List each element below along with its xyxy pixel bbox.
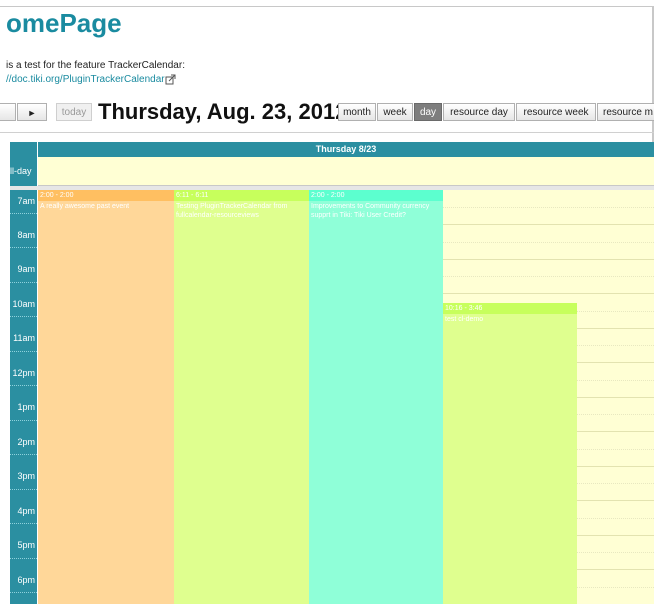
half-hour-mark bbox=[10, 558, 37, 559]
half-hour-mark bbox=[10, 351, 37, 352]
hour-label: 3pm bbox=[17, 471, 35, 481]
hour-label: 11am bbox=[13, 333, 35, 343]
view-month-button[interactable]: month bbox=[338, 103, 376, 121]
half-hour-mark bbox=[10, 385, 37, 386]
prev-button[interactable] bbox=[0, 103, 16, 121]
next-button[interactable]: ► bbox=[17, 103, 47, 121]
calendar-title: Thursday, Aug. 23, 2012 bbox=[98, 99, 348, 124]
half-hour-mark bbox=[10, 489, 37, 490]
hour-label: 7am bbox=[17, 196, 35, 206]
day-grid[interactable]: 2:00 - 2:00 A really awesome past event … bbox=[38, 190, 654, 604]
view-day-button[interactable]: day bbox=[414, 103, 442, 121]
hour-label: 6pm bbox=[17, 575, 35, 585]
event-title: A really awesome past event bbox=[40, 203, 130, 210]
hour-label: 12pm bbox=[12, 368, 35, 378]
view-resource-week-button[interactable]: resource week bbox=[516, 103, 596, 121]
hour-label: 5pm bbox=[17, 540, 35, 550]
page-title: omePage bbox=[6, 8, 122, 38]
today-button[interactable]: today bbox=[56, 103, 92, 121]
day-column-header: Thursday 8/23 bbox=[38, 142, 654, 157]
event-time: 6:11 - 6:11 bbox=[174, 190, 309, 201]
hour-label: 4pm bbox=[17, 506, 35, 516]
view-resource-month-button[interactable]: resource m bbox=[597, 103, 654, 121]
view-week-button[interactable]: week bbox=[377, 103, 413, 121]
hour-label: 1pm bbox=[17, 402, 35, 412]
event-title: test cl-demo bbox=[445, 316, 484, 323]
half-hour-mark bbox=[10, 592, 37, 593]
event-title: Improvements to Community currency suppr… bbox=[311, 203, 430, 219]
hour-label: 8am bbox=[17, 230, 35, 240]
allday-slot[interactable] bbox=[38, 157, 654, 186]
hour-label: 10am bbox=[12, 299, 35, 309]
window-top-border bbox=[0, 6, 654, 7]
calendar-event[interactable]: 2:00 - 2:00 A really awesome past event bbox=[38, 190, 174, 604]
event-time: 10:16 - 3:46 bbox=[443, 303, 577, 314]
calendar-event[interactable]: 2:00 - 2:00 Improvements to Community cu… bbox=[309, 190, 443, 604]
half-hour-mark bbox=[10, 454, 37, 455]
time-axis: 7am 8am 9am 10am 11am 12pm 1pm 2pm 3pm 4… bbox=[10, 190, 37, 604]
view-resource-day-button[interactable]: resource day bbox=[443, 103, 515, 121]
external-link-icon[interactable] bbox=[165, 74, 176, 85]
half-hour-mark bbox=[10, 213, 37, 214]
calendar-event[interactable]: 6:11 - 6:11 Testing PluginTrackerCalenda… bbox=[174, 190, 309, 604]
calendar-event[interactable]: 10:16 - 3:46 test cl-demo bbox=[443, 303, 577, 604]
half-hour-mark bbox=[10, 523, 37, 524]
event-time: 2:00 - 2:00 bbox=[38, 190, 174, 201]
half-hour-mark bbox=[10, 316, 37, 317]
event-time: 2:00 - 2:00 bbox=[309, 190, 443, 201]
half-hour-mark bbox=[10, 420, 37, 421]
allday-label: ll-day bbox=[10, 157, 37, 186]
hour-label: 9am bbox=[17, 264, 35, 274]
hour-label: 2pm bbox=[17, 437, 35, 447]
calendar-divider bbox=[0, 132, 654, 133]
intro-text: is a test for the feature TrackerCalenda… bbox=[6, 60, 185, 71]
header-corner bbox=[10, 142, 37, 157]
event-title: Testing PluginTrackerCalendar from fullc… bbox=[176, 203, 288, 219]
plugin-doc-link[interactable]: //doc.tiki.org/PluginTrackerCalendar bbox=[6, 74, 165, 85]
half-hour-mark bbox=[10, 282, 37, 283]
half-hour-mark bbox=[10, 247, 37, 248]
